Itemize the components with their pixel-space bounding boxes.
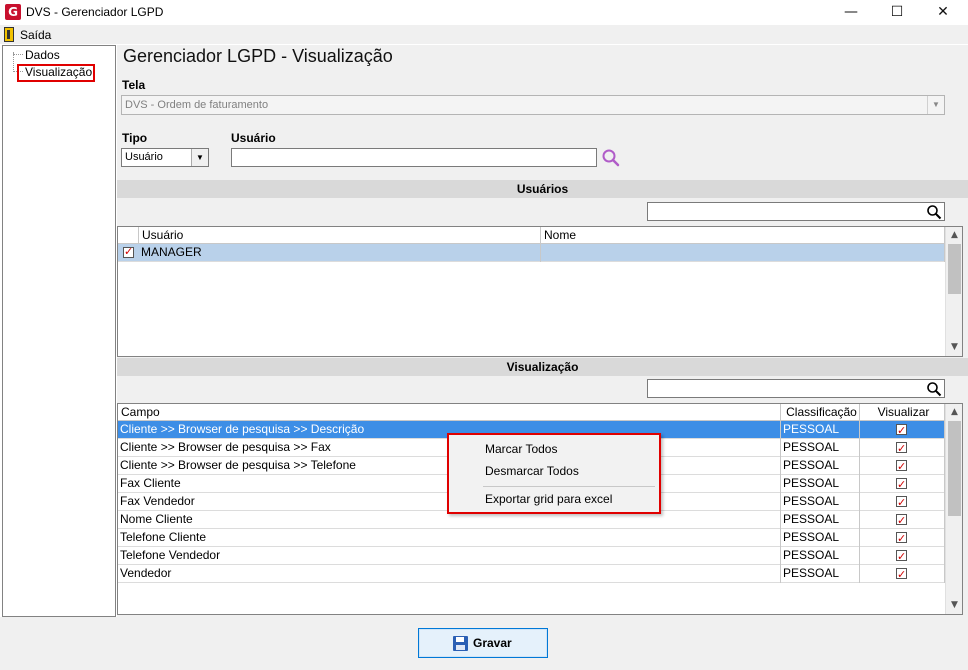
tipo-select[interactable]: Usuário ▼ <box>121 148 209 167</box>
usuario-input[interactable] <box>231 148 597 167</box>
minimize-button[interactable]: — <box>828 0 874 25</box>
visualizar-checkbox[interactable] <box>896 530 907 547</box>
context-menu: Marcar Todos Desmarcar Todos Exportar gr… <box>447 433 661 514</box>
maximize-button[interactable]: ☐ <box>874 0 920 25</box>
scroll-up-icon[interactable]: ▲ <box>946 404 962 421</box>
cell-visualizar <box>860 475 945 493</box>
menu-item-exportar-excel[interactable]: Exportar grid para excel <box>485 492 612 506</box>
scroll-thumb[interactable] <box>948 244 961 294</box>
table-row[interactable]: MANAGER <box>118 244 945 262</box>
column-header-campo[interactable]: Campo <box>118 404 781 421</box>
visualizar-checkbox[interactable] <box>896 548 907 565</box>
close-button[interactable]: ✕ <box>920 0 966 25</box>
usuarios-heading: Usuários <box>117 180 968 198</box>
cell-campo: Telefone Vendedor <box>118 547 781 565</box>
row-checkbox[interactable] <box>123 245 134 258</box>
usuarios-grid[interactable]: Usuário Nome MANAGER ▲ ▼ <box>117 226 963 357</box>
cell-classificacao: PESSOAL <box>781 547 860 565</box>
column-header-classificacao[interactable]: Classificação <box>781 404 860 421</box>
vertical-scrollbar[interactable]: ▲ ▼ <box>945 227 962 356</box>
cell-classificacao: PESSOAL <box>781 565 860 583</box>
tela-select[interactable]: DVS - Ordem de faturamento ▼ <box>121 95 945 115</box>
cell-classificacao: PESSOAL <box>781 511 860 529</box>
menu-item-desmarcar-todos[interactable]: Desmarcar Todos <box>485 464 579 478</box>
cell-visualizar <box>860 529 945 547</box>
cell-classificacao: PESSOAL <box>781 529 860 547</box>
visualizar-checkbox[interactable] <box>896 458 907 475</box>
chevron-down-icon[interactable]: ▼ <box>191 149 208 166</box>
scroll-down-icon[interactable]: ▼ <box>946 597 962 614</box>
search-icon[interactable] <box>926 381 942 397</box>
menu-exit[interactable]: Saída <box>20 28 51 42</box>
cell-visualizar <box>860 511 945 529</box>
visualizar-checkbox[interactable] <box>896 566 907 583</box>
table-row[interactable]: Telefone Vendedor PESSOAL <box>118 547 945 565</box>
search-icon[interactable] <box>601 148 621 168</box>
visualizar-checkbox[interactable] <box>896 494 907 511</box>
column-header-nome[interactable]: Nome <box>541 227 945 244</box>
chevron-down-icon[interactable]: ▼ <box>927 96 944 114</box>
cell-classificacao: PESSOAL <box>781 457 860 475</box>
tela-select-value: DVS - Ordem de faturamento <box>125 99 269 111</box>
cell-nome <box>541 244 945 262</box>
cell-usuario: MANAGER <box>139 244 541 262</box>
cell-visualizar <box>860 457 945 475</box>
visualizar-checkbox[interactable] <box>896 422 907 439</box>
table-row[interactable]: Vendedor PESSOAL <box>118 565 945 583</box>
cell-classificacao: PESSOAL <box>781 493 860 511</box>
tree-item-visualizacao[interactable]: Visualização <box>25 65 92 79</box>
column-header-usuario[interactable]: Usuário <box>139 227 541 244</box>
usuarios-filter-input[interactable] <box>647 202 945 221</box>
cell-visualizar <box>860 439 945 457</box>
save-button-label: Gravar <box>473 636 512 650</box>
usuario-label: Usuário <box>231 131 276 145</box>
cell-classificacao: PESSOAL <box>781 421 860 439</box>
menu-separator <box>483 486 655 487</box>
cell-classificacao: PESSOAL <box>781 439 860 457</box>
scroll-thumb[interactable] <box>948 421 961 516</box>
vertical-scrollbar[interactable]: ▲ ▼ <box>945 404 962 614</box>
window-title: DVS - Gerenciador LGPD <box>26 5 164 19</box>
cell-visualizar <box>860 565 945 583</box>
visualizacao-filter-input[interactable] <box>647 379 945 398</box>
cell-classificacao: PESSOAL <box>781 475 860 493</box>
column-header-visualizar[interactable]: Visualizar <box>860 404 945 421</box>
save-button[interactable]: Gravar <box>418 628 548 658</box>
floppy-disk-icon <box>453 636 468 651</box>
tree-item-dados[interactable]: Dados <box>25 48 60 62</box>
page-title: Gerenciador LGPD - Visualização <box>123 46 393 66</box>
menu-item-marcar-todos[interactable]: Marcar Todos <box>485 442 557 456</box>
menu-bar: Saída <box>0 25 968 44</box>
visualizacao-heading: Visualização <box>117 358 968 376</box>
cell-campo: Vendedor <box>118 565 781 583</box>
cell-visualizar <box>860 493 945 511</box>
tree-connector <box>13 54 23 55</box>
scroll-down-icon[interactable]: ▼ <box>946 339 962 356</box>
cell-visualizar <box>860 547 945 565</box>
app-logo-icon: G <box>5 4 21 20</box>
visualizar-checkbox[interactable] <box>896 440 907 457</box>
tipo-select-value: Usuário <box>125 151 163 163</box>
cell-campo: Telefone Cliente <box>118 529 781 547</box>
tipo-label: Tipo <box>122 131 148 145</box>
table-row[interactable]: Telefone Cliente PESSOAL <box>118 529 945 547</box>
navigation-tree: Dados Visualização <box>2 45 116 617</box>
checkbox-column-header <box>118 227 139 244</box>
cell-visualizar <box>860 421 945 439</box>
scroll-up-icon[interactable]: ▲ <box>946 227 962 244</box>
search-icon[interactable] <box>926 204 942 220</box>
exit-door-icon[interactable] <box>4 27 14 42</box>
tela-label: Tela <box>122 78 146 92</box>
visualizar-checkbox[interactable] <box>896 512 907 529</box>
visualizar-checkbox[interactable] <box>896 476 907 493</box>
title-bar: G DVS - Gerenciador LGPD — ☐ ✕ <box>0 0 968 25</box>
